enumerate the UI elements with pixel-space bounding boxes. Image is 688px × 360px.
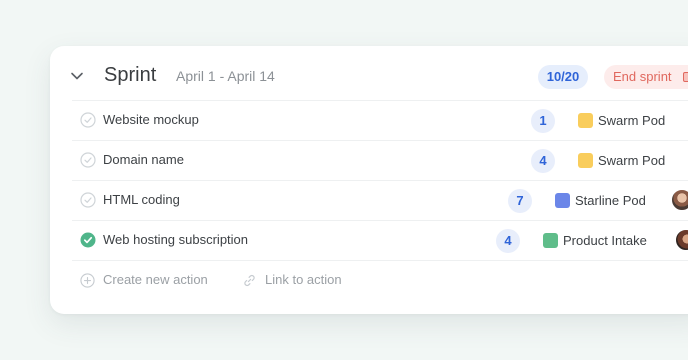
sprint-progress-badge: 10/20 xyxy=(538,65,588,89)
count-badge: 4 xyxy=(496,229,520,253)
task-name: HTML coding xyxy=(103,192,180,207)
checkbox-icon[interactable] xyxy=(80,152,96,168)
count-badge: 7 xyxy=(508,189,532,213)
pod-color-swatch xyxy=(555,193,570,208)
end-sprint-button[interactable]: End sprint xyxy=(604,65,688,89)
count-badge: 1 xyxy=(531,109,555,133)
pod-label: Starline Pod xyxy=(575,193,646,208)
create-new-action-link[interactable]: Create new action xyxy=(103,272,208,287)
task-name: Web hosting subscription xyxy=(103,232,249,247)
sprint-title: Sprint xyxy=(104,64,157,86)
list-item[interactable]: Web hosting subscription 4 Product Intak… xyxy=(72,220,688,260)
sprint-header: Sprint April 1 - April 14 10/20 End spri… xyxy=(50,46,688,102)
pod-label: Swarm Pod xyxy=(598,153,666,168)
list-footer: Create new action Link to action xyxy=(72,260,688,300)
pod-label: Product Intake xyxy=(563,233,647,248)
list-item[interactable]: Website mockup 1 Swarm Pod xyxy=(72,100,688,140)
end-sprint-label: End sprint xyxy=(613,69,672,84)
checkbox-checked-icon[interactable] xyxy=(80,232,96,248)
pod-label: Swarm Pod xyxy=(598,113,666,128)
pod-color-swatch xyxy=(543,233,558,248)
checkbox-icon[interactable] xyxy=(80,112,96,128)
sprint-card: Sprint April 1 - April 14 10/20 End spri… xyxy=(50,46,688,314)
checkbox-icon[interactable] xyxy=(80,192,96,208)
add-circle-icon[interactable] xyxy=(80,273,95,288)
task-name: Website mockup xyxy=(103,112,199,127)
list-item[interactable]: Domain name 4 Swarm Pod xyxy=(72,140,688,180)
pod-color-swatch xyxy=(578,113,593,128)
stop-icon xyxy=(683,72,688,82)
avatar[interactable] xyxy=(674,228,688,252)
link-icon[interactable] xyxy=(242,273,257,288)
task-name: Domain name xyxy=(103,152,184,167)
pod-color-swatch xyxy=(578,153,593,168)
action-list: Website mockup 1 Swarm Pod Domain name 4… xyxy=(72,100,688,300)
sprint-dates: April 1 - April 14 xyxy=(176,68,275,84)
avatar[interactable] xyxy=(670,188,688,212)
link-to-action-link[interactable]: Link to action xyxy=(265,272,342,287)
count-badge: 4 xyxy=(531,149,555,173)
chevron-down-icon[interactable] xyxy=(70,71,84,81)
list-item[interactable]: HTML coding 7 Starline Pod xyxy=(72,180,688,220)
